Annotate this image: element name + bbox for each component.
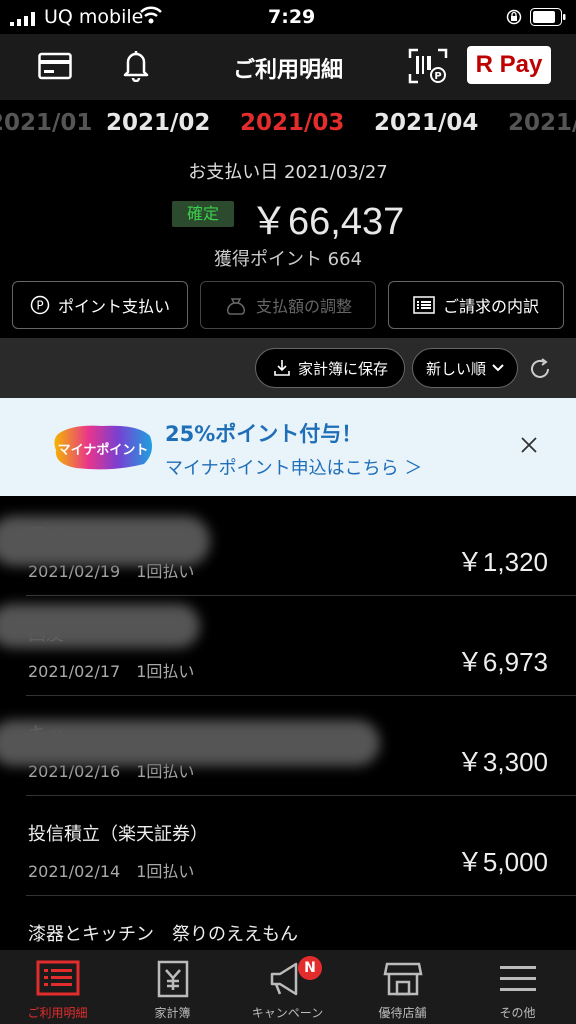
status-bar: UQ mobile 7:29: [0, 0, 576, 34]
point-pay-label: ポイント支払い: [57, 297, 170, 316]
battery-icon: [530, 8, 566, 26]
svg-text:マイナポイント: マイナポイント: [58, 442, 149, 458]
save-to-household-button[interactable]: 家計簿に保存: [255, 348, 405, 388]
rakuten-pay-button[interactable]: R Pay: [467, 46, 551, 84]
clock: 7:29: [268, 6, 316, 28]
month-tab-prev2[interactable]: 2021/01: [0, 110, 92, 136]
sort-label: 新しい順: [425, 359, 486, 378]
store-icon: [383, 962, 423, 996]
month-tab-next2[interactable]: 2021/05: [508, 110, 576, 136]
sort-dropdown[interactable]: 新しい順: [412, 348, 518, 388]
tab-label: 優待店舗: [378, 1006, 427, 1020]
status-badge: 確定: [172, 201, 234, 227]
invoice-detail-label: ご請求の内訳: [442, 297, 539, 316]
merchant-name: 漆器とキッチン 祭りのええもん: [28, 924, 298, 945]
transaction-date: 2021/02/17 1回払い: [28, 662, 195, 681]
ledger-icon: [157, 960, 189, 998]
top-nav-bar: ご利用明細 P R Pay: [0, 34, 576, 100]
transaction-row[interactable]: キッ 2021/02/16 1回払い ￥3,300: [0, 696, 576, 796]
mynapoint-logo: マイナポイント: [54, 425, 152, 470]
refresh-icon[interactable]: [528, 357, 552, 381]
download-icon: [274, 360, 290, 376]
privacy-blur: [0, 516, 210, 566]
transaction-amount: ￥6,973: [456, 647, 548, 677]
transaction-list: フォ 2021/02/19 1回払い ￥1,320 西友 2021/02/17 …: [0, 496, 576, 950]
list-toolbar: 家計簿に保存 新しい順: [0, 338, 576, 398]
tab-household-budget[interactable]: 家計簿: [115, 950, 230, 1024]
rotation-lock-icon: [506, 9, 522, 25]
tab-label: ご利用明細: [27, 1006, 88, 1020]
scan-pay-icon[interactable]: P: [408, 48, 448, 84]
transaction-amount: ￥3,300: [456, 747, 548, 777]
banner-title: 25%ポイント付与！: [165, 422, 363, 446]
transaction-amount: ￥1,320: [456, 547, 548, 577]
mynapoint-banner[interactable]: マイナポイント 25%ポイント付与！ マイナポイント申込はこちら ＞: [0, 398, 576, 496]
tab-label: キャンペーン: [251, 1006, 324, 1020]
adjust-payment-button[interactable]: 支払額の調整: [200, 281, 376, 329]
transaction-row[interactable]: 西友 2021/02/17 1回払い ￥6,973: [0, 596, 576, 696]
chevron-down-icon: [492, 364, 504, 372]
tab-partner-stores[interactable]: 優待店舗: [345, 950, 460, 1024]
tab-statement[interactable]: ご利用明細: [0, 950, 115, 1024]
month-selector: 2021/01 2021/02 2021/03 2021/04 2021/05: [0, 100, 576, 146]
transaction-row[interactable]: 漆器とキッチン 祭りのええもん: [0, 896, 576, 950]
close-icon[interactable]: [520, 436, 538, 454]
merchant-name: 投信積立（楽天証券）: [28, 824, 208, 845]
bottom-tab-bar: ご利用明細 家計簿 N キャンペーン 優待店舗 その他: [0, 950, 576, 1024]
save-label: 家計簿に保存: [297, 359, 388, 378]
new-badge: N: [298, 956, 322, 980]
point-pay-button[interactable]: P ポイント支払い: [12, 281, 188, 329]
transaction-date: 2021/02/14 1回払い: [28, 862, 195, 881]
tab-other[interactable]: その他: [460, 950, 575, 1024]
svg-text:P: P: [36, 299, 43, 313]
tab-label: その他: [499, 1006, 536, 1020]
adjust-payment-label: 支払額の調整: [255, 297, 352, 316]
total-amount: ￥66,437: [250, 201, 405, 243]
invoice-detail-button[interactable]: ご請求の内訳: [388, 281, 564, 329]
tab-label: 家計簿: [154, 1006, 191, 1020]
month-tab-next[interactable]: 2021/04: [374, 110, 478, 136]
list-icon: [413, 296, 435, 314]
point-icon: P: [30, 295, 50, 315]
privacy-blur: [0, 720, 380, 766]
statement-icon: [36, 960, 80, 996]
month-tab-current[interactable]: 2021/03: [240, 110, 344, 136]
wifi-icon: [140, 6, 162, 24]
transaction-row[interactable]: 投信積立（楽天証券） 2021/02/14 1回払い ￥5,000: [0, 796, 576, 896]
banner-link[interactable]: マイナポイント申込はこちら ＞: [165, 454, 422, 480]
transaction-row[interactable]: フォ 2021/02/19 1回払い ￥1,320: [0, 496, 576, 596]
month-tab-prev[interactable]: 2021/02: [106, 110, 210, 136]
privacy-blur: [0, 604, 200, 648]
menu-icon: [500, 966, 536, 991]
earned-points: 獲得ポイント 664: [213, 249, 363, 270]
tab-campaign[interactable]: N キャンペーン: [230, 950, 345, 1024]
carrier-name: UQ mobile: [44, 6, 144, 28]
transaction-amount: ￥5,000: [456, 847, 548, 877]
money-bag-icon: [226, 298, 246, 315]
signal-icon: [10, 12, 35, 26]
payment-date: お支払い日 2021/03/27: [188, 162, 388, 183]
svg-text:P: P: [434, 71, 441, 82]
